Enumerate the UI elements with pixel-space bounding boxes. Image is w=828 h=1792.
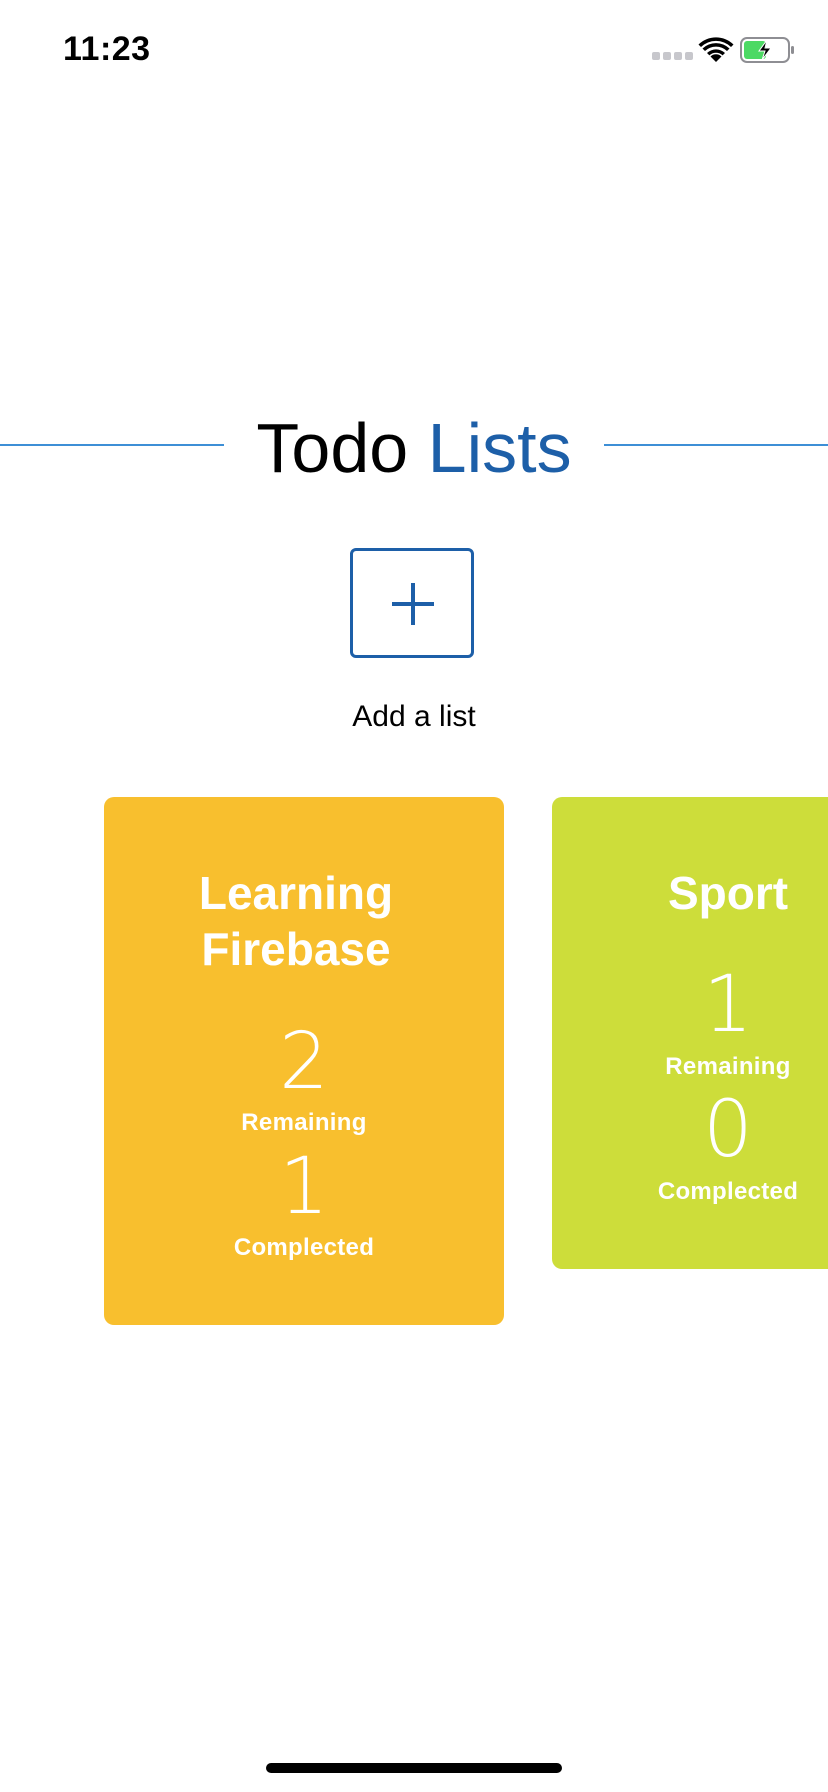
title-accent: Lists	[427, 409, 572, 487]
page-title: Todo Lists	[0, 408, 828, 488]
add-list-label: Add a list	[352, 700, 476, 733]
battery-charging-icon	[740, 37, 794, 63]
remaining-count: 2	[279, 1017, 329, 1107]
completed-label: Complected	[233, 1234, 375, 1261]
list-card-title: Sport	[667, 867, 789, 919]
remaining-label: Remaining	[665, 1053, 791, 1080]
remaining-count: 1	[703, 960, 753, 1050]
status-time: 11:23	[63, 30, 151, 68]
list-card[interactable]: Learning Firebase 2 Remaining 1 Complect…	[104, 797, 504, 1325]
completed-label: Complected	[657, 1178, 799, 1205]
page-header: Todo Lists	[0, 400, 828, 490]
add-list-button[interactable]	[350, 548, 474, 658]
wifi-icon	[698, 37, 734, 62]
list-card[interactable]: Sport 1 Remaining 0 Complected	[552, 797, 828, 1269]
remaining-label: Remaining	[241, 1109, 367, 1136]
plus-icon	[392, 583, 434, 625]
title-primary: Todo	[256, 409, 409, 487]
completed-count: 1	[279, 1142, 329, 1232]
completed-count: 0	[703, 1085, 753, 1175]
cellular-signal-icon	[652, 52, 693, 60]
lists-carousel[interactable]: Learning Firebase 2 Remaining 1 Complect…	[0, 797, 828, 1337]
list-card-title: Learning Firebase	[198, 867, 394, 975]
status-bar: 11:23	[0, 0, 828, 100]
home-indicator[interactable]	[266, 1763, 562, 1773]
